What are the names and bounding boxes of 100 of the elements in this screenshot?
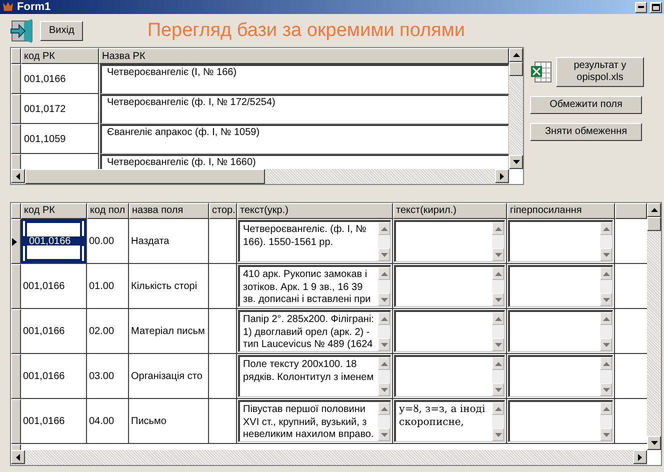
down-arrow-icon (380, 298, 388, 302)
down-arrow-icon (650, 441, 658, 445)
row-indicator[interactable] (11, 124, 21, 154)
down-arrow-icon (602, 388, 610, 392)
up-arrow-icon (602, 226, 610, 230)
table-cell: Наздата (131, 236, 170, 246)
down-arrow-icon (602, 252, 610, 256)
scroll-thumb[interactable] (509, 62, 523, 76)
row-indicator[interactable] (11, 309, 21, 354)
scroll-thumb[interactable] (647, 217, 661, 231)
up-arrow-icon (380, 226, 388, 230)
up-arrow-icon (494, 316, 502, 320)
vertical-scrollbar[interactable] (647, 203, 661, 450)
up-arrow-icon (380, 406, 388, 410)
table-cell: 001,0166 (24, 74, 66, 85)
column-header[interactable]: код РК (21, 203, 87, 219)
column-header[interactable] (615, 203, 647, 219)
memo-field[interactable] (508, 310, 613, 352)
table-cell: Кількість сторі (131, 280, 198, 292)
down-arrow-icon (494, 432, 502, 436)
up-arrow-icon (512, 53, 520, 57)
window-title: Form1 (17, 1, 51, 13)
memo-field[interactable]: Півустав першої половини XVI ст., крупний, вузький, з невеликим нахилом вправо. (238, 400, 391, 442)
down-arrow-icon (512, 160, 520, 164)
column-header[interactable]: стор. (209, 203, 237, 219)
down-arrow-icon (602, 298, 610, 302)
row-indicator[interactable] (11, 94, 21, 124)
maximize-button[interactable] (650, 2, 662, 12)
exit-button[interactable]: Вихід (40, 20, 84, 40)
table-cell: 001,1059 (24, 134, 66, 145)
memo-field[interactable] (508, 400, 613, 442)
down-arrow-icon (380, 432, 388, 436)
memo-field[interactable]: Четвероєвангеліє (ф. І, № 172/5254) (100, 94, 509, 124)
minimize-button[interactable] (635, 2, 647, 12)
column-header[interactable]: код РК (21, 48, 99, 64)
down-arrow-icon (494, 298, 502, 302)
table-cell: 001,0166 (23, 326, 65, 336)
vertical-scrollbar[interactable] (509, 48, 523, 169)
memo-field[interactable] (394, 310, 505, 352)
up-arrow-icon (494, 226, 502, 230)
row-indicator[interactable] (11, 264, 21, 309)
up-arrow-icon (602, 316, 610, 320)
toolbar-button[interactable]: Зняти обмеження (530, 123, 642, 141)
memo-field[interactable] (508, 265, 613, 307)
memo-field[interactable] (394, 355, 505, 397)
row-indicator[interactable] (11, 219, 21, 264)
memo-field[interactable]: Поле тексту 200х100. 18 рядків. Колонтитул з іменем (238, 355, 391, 397)
row-indicator[interactable] (11, 399, 21, 444)
table-cell: 001,0166 (23, 416, 65, 426)
minimize-icon (638, 6, 644, 8)
table-cell: 00.00 (89, 236, 114, 246)
scroll-thumb[interactable] (25, 169, 265, 184)
horizontal-scrollbar[interactable] (11, 450, 647, 465)
down-arrow-icon (494, 342, 502, 346)
table-cell: Матеріал письм (131, 326, 205, 336)
memo-field[interactable]: Четвероєвангеліє. (ф. І, № 166). 1550-1561 рр. (238, 220, 391, 262)
horizontal-scrollbar[interactable] (11, 169, 509, 184)
up-arrow-icon (380, 272, 388, 276)
table-cell: 02.00 (89, 326, 114, 336)
table-cell: 04.00 (89, 416, 114, 426)
table-cell: 01.00 (89, 280, 114, 292)
table-cell: 001,0172 (24, 104, 66, 115)
toolbar-button[interactable]: Обмежити поля (530, 96, 642, 114)
form-heading: Перегляд бази за окремими полями (147, 20, 466, 42)
up-arrow-icon (380, 362, 388, 366)
toolbar-button[interactable]: результат у opispol.xls (556, 57, 644, 87)
memo-field[interactable] (394, 220, 505, 262)
column-header[interactable]: текст(укр.) (237, 203, 393, 219)
up-arrow-icon (602, 272, 610, 276)
memo-field[interactable]: Папір 2°. 285х200. Філіграні: 1) двоглавий орел (арк. 2) - тип Laucevicus № 489 (1624 (238, 310, 391, 352)
table-cell: 03.00 (89, 370, 114, 382)
maximize-icon (652, 4, 660, 10)
column-header[interactable]: код пол (87, 203, 129, 219)
column-header[interactable]: Назва РК (99, 48, 509, 64)
row-indicator[interactable] (11, 354, 21, 399)
up-arrow-icon (380, 316, 388, 320)
right-arrow-icon (500, 172, 504, 180)
memo-field[interactable]: Четвероєвангеліє (ф. І, № 1660) (100, 154, 509, 169)
memo-field[interactable]: 410 арк. Рукопис замокав і зотіков. Арк. 1 9 зв., 16 39 зв. дописані і вставлені при (238, 265, 391, 307)
down-arrow-icon (380, 342, 388, 346)
left-arrow-icon (16, 454, 20, 460)
table-cell: Організація сто (131, 370, 202, 382)
memo-field[interactable] (508, 355, 613, 397)
table-cell: Письмо (131, 416, 166, 426)
memo-field[interactable] (508, 220, 613, 262)
down-arrow-icon (494, 252, 502, 256)
memo-field[interactable] (394, 265, 505, 307)
down-arrow-icon (380, 388, 388, 392)
down-arrow-icon (380, 252, 388, 256)
row-indicator[interactable] (11, 64, 21, 94)
up-arrow-icon (494, 362, 502, 366)
column-header[interactable]: назва поля (129, 203, 209, 219)
memo-field[interactable]: Євангеліє апракос (ф. І, № 1059) (100, 124, 509, 154)
table-cell: 001,0166 (23, 280, 65, 292)
column-header[interactable]: гіперпосилання (507, 203, 615, 219)
right-arrow-icon (638, 454, 642, 460)
table-cell: 001,0166 (23, 370, 65, 382)
memo-field[interactable]: Четвероєвангеліє (І, № 166) (100, 64, 509, 94)
column-header[interactable]: текст(кирил.) (393, 203, 507, 219)
memo-field[interactable]: у=ȣ, з=з, а іноді скорописне, (394, 400, 505, 442)
